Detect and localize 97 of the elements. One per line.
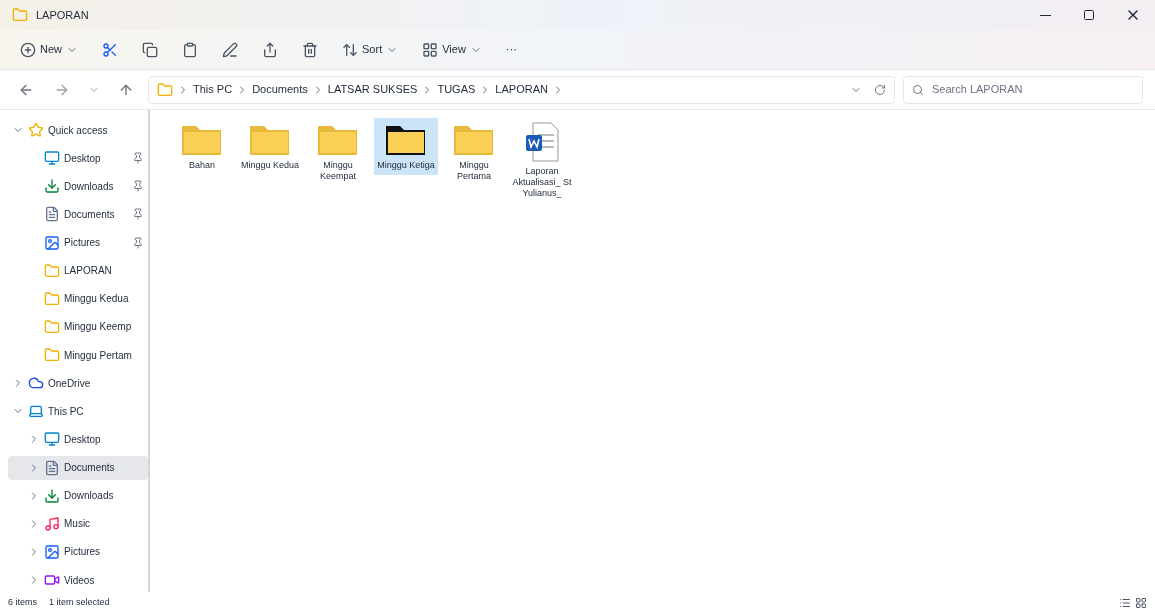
search-input[interactable]: Search LAPORAN bbox=[932, 81, 1134, 98]
sidebar-item[interactable]: This PC bbox=[8, 399, 148, 424]
monitor-icon bbox=[44, 150, 60, 167]
maximize-icon bbox=[1083, 9, 1095, 21]
music-icon bbox=[44, 515, 60, 532]
file-name: Bahan bbox=[188, 160, 216, 171]
more-button[interactable]: ··· bbox=[497, 34, 525, 65]
sidebar-item[interactable]: Minggu Keemp bbox=[8, 314, 148, 339]
selection-status: 1 item selected bbox=[49, 596, 110, 610]
document-icon bbox=[44, 206, 60, 223]
image-icon bbox=[44, 234, 60, 251]
sort-icon bbox=[342, 41, 358, 58]
minimize-icon bbox=[1039, 14, 1051, 16]
file-item[interactable]: Bahan bbox=[170, 118, 234, 175]
sidebar-item[interactable]: Documents bbox=[8, 202, 148, 227]
address-bar[interactable]: This PC Documents LATSAR SUKSES TUGAS LAPORAN bbox=[148, 75, 895, 104]
view-button[interactable]: View bbox=[414, 34, 490, 65]
document-icon bbox=[44, 459, 60, 476]
sidebar-item[interactable]: Minggu Pertam bbox=[8, 343, 148, 368]
sidebar-label: Pictures bbox=[64, 236, 101, 251]
sidebar-label: Documents bbox=[64, 461, 115, 476]
folder-icon bbox=[157, 81, 173, 98]
sidebar-label: Quick access bbox=[48, 123, 108, 138]
file-name: Minggu Pertama bbox=[456, 160, 492, 182]
file-item[interactable]: Minggu Ketiga bbox=[374, 118, 438, 175]
sidebar-label: LAPORAN bbox=[64, 264, 112, 279]
folder-icon bbox=[44, 347, 60, 364]
sidebar-item[interactable]: OneDrive bbox=[8, 371, 148, 396]
file-name: Minggu Ketiga bbox=[376, 160, 436, 171]
sidebar-label: Videos bbox=[64, 573, 95, 588]
plus-circle-icon bbox=[20, 41, 36, 58]
refresh-icon bbox=[874, 83, 886, 96]
sidebar-item[interactable]: Music bbox=[8, 511, 148, 536]
clipboard-icon bbox=[182, 41, 198, 58]
trash-icon bbox=[302, 41, 318, 58]
folder-icon bbox=[44, 318, 60, 335]
sidebar-label: Minggu Keemp bbox=[64, 320, 132, 335]
breadcrumb-item[interactable]: Documents bbox=[252, 81, 308, 98]
sidebar-label: Minggu Kedua bbox=[64, 292, 129, 307]
pencil-icon bbox=[222, 41, 238, 58]
sidebar-label: Desktop bbox=[64, 432, 101, 447]
sidebar-item[interactable]: LAPORAN bbox=[8, 258, 148, 283]
sidebar-label: Minggu Pertam bbox=[64, 348, 132, 363]
file-name: Minggu Keempat bbox=[319, 160, 357, 182]
new-button[interactable]: New bbox=[12, 34, 86, 65]
scissors-icon bbox=[102, 41, 118, 58]
file-item[interactable]: Minggu Pertama bbox=[442, 118, 506, 186]
monitor-icon bbox=[44, 431, 60, 448]
file-item[interactable]: Laporan Aktualisasi_ St Yulianus_ bbox=[510, 118, 574, 203]
share-icon bbox=[262, 41, 278, 58]
sidebar-item[interactable]: Documents bbox=[8, 455, 148, 480]
icons-view-button[interactable] bbox=[1135, 597, 1147, 609]
sidebar-item[interactable]: Desktop bbox=[8, 146, 148, 171]
sidebar-label: Pictures bbox=[64, 545, 101, 560]
breadcrumb-item[interactable]: LATSAR SUKSES bbox=[327, 81, 418, 98]
sidebar-label: Documents bbox=[64, 207, 115, 222]
sidebar-label: This PC bbox=[48, 404, 84, 419]
folder-icon bbox=[12, 7, 28, 23]
sidebar-item[interactable]: Downloads bbox=[8, 483, 148, 508]
refresh-button[interactable] bbox=[874, 83, 886, 96]
grid-icon bbox=[1135, 597, 1147, 609]
breadcrumb-item[interactable]: LAPORAN bbox=[495, 81, 548, 98]
download-icon bbox=[44, 487, 60, 504]
sidebar-item[interactable]: Desktop bbox=[8, 427, 148, 452]
star-icon bbox=[28, 122, 44, 139]
sidebar-label: Downloads bbox=[64, 489, 114, 504]
list-icon bbox=[1119, 597, 1131, 609]
sidebar-label: Downloads bbox=[64, 179, 114, 194]
sidebar-label: Music bbox=[64, 517, 91, 532]
item-count: 6 items bbox=[8, 596, 37, 610]
sort-button[interactable]: Sort bbox=[334, 34, 407, 65]
folder-icon bbox=[44, 262, 60, 279]
sidebar-item[interactable]: Minggu Kedua bbox=[8, 286, 148, 311]
file-name: Laporan Aktualisasi_ St Yulianus_ bbox=[512, 166, 572, 199]
search-field[interactable]: Search LAPORAN bbox=[903, 75, 1143, 104]
search-icon bbox=[912, 83, 924, 96]
window-title: LAPORAN bbox=[36, 7, 89, 23]
details-view-button[interactable] bbox=[1119, 597, 1131, 609]
sidebar-item[interactable]: Pictures bbox=[8, 230, 148, 255]
breadcrumb-item[interactable]: This PC bbox=[193, 81, 233, 98]
file-item[interactable]: Minggu Kedua bbox=[238, 118, 302, 175]
image-icon bbox=[44, 543, 60, 560]
copy-icon bbox=[142, 41, 158, 58]
sidebar-item[interactable]: Downloads bbox=[8, 174, 148, 199]
sidebar-item[interactable]: Videos bbox=[8, 568, 148, 592]
sidebar-item[interactable]: Quick access bbox=[8, 118, 148, 143]
sidebar-label: Desktop bbox=[64, 151, 101, 166]
file-item[interactable]: Minggu Keempat bbox=[306, 118, 370, 186]
folder-icon bbox=[44, 290, 60, 307]
word-document-icon bbox=[525, 122, 559, 162]
download-icon bbox=[44, 178, 60, 195]
grid-icon bbox=[422, 41, 439, 58]
computer-icon bbox=[28, 403, 44, 420]
sidebar-item[interactable]: Pictures bbox=[8, 539, 148, 564]
file-name: Minggu Kedua bbox=[240, 160, 300, 171]
breadcrumb-item[interactable]: TUGAS bbox=[437, 81, 476, 98]
sidebar-label: OneDrive bbox=[48, 376, 91, 391]
